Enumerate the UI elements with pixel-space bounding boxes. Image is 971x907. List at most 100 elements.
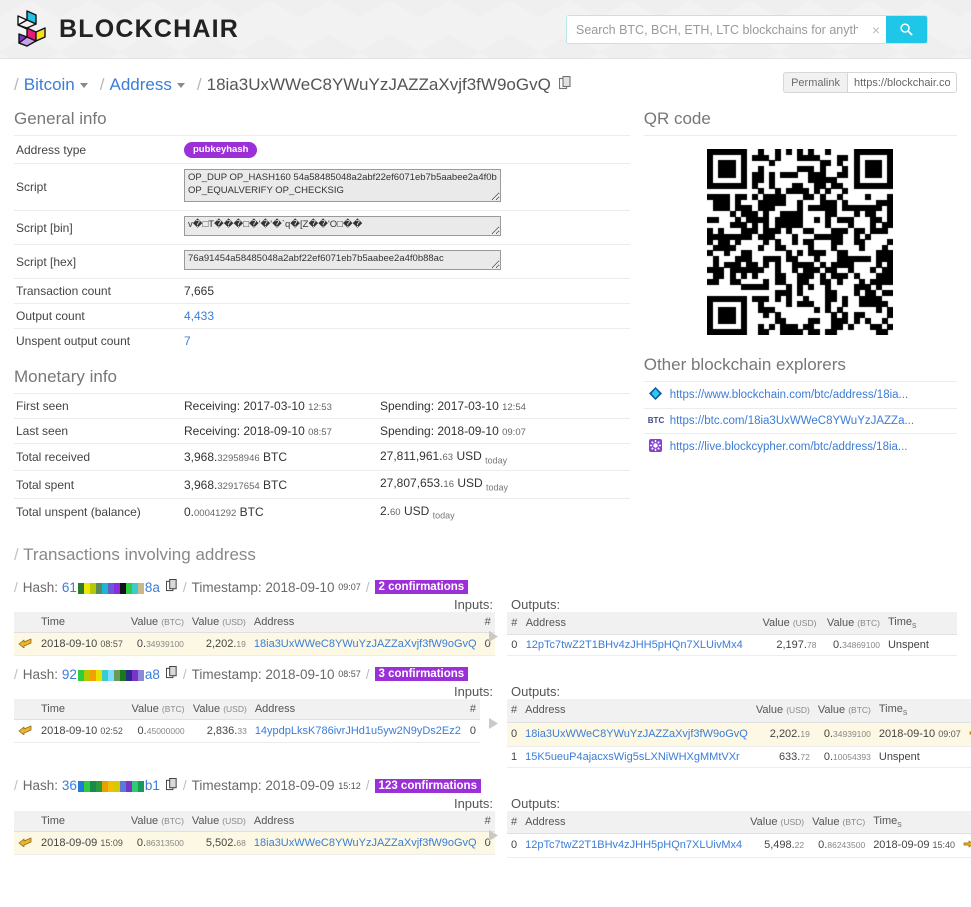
- permalink-label: Permalink: [783, 72, 847, 93]
- table-header-row: # Address Value (USD) Value (BTC) Times: [507, 699, 971, 723]
- row-label: Script [hex]: [14, 244, 182, 279]
- th-index[interactable]: #: [507, 810, 522, 834]
- explorer-link[interactable]: https://btc.com/18ia3UxWWeC8YWuYzJAZZa..…: [670, 415, 914, 427]
- io-tables: Time Value (BTC) Value (USD) Address # 2…: [0, 612, 971, 657]
- list-item[interactable]: https://www.blockchain.com/btc/address/1…: [643, 381, 957, 409]
- th-value-usd[interactable]: Value (USD): [187, 612, 250, 634]
- table-row: Total spent 3,968.32917654 BTC 27,807,65…: [14, 470, 630, 499]
- explorer-link[interactable]: https://live.blockcypher.com/btc/address…: [670, 441, 908, 453]
- script-bin-textarea[interactable]: v�□T���□�'�'�`q�[Z��'O□��: [184, 216, 501, 236]
- logo[interactable]: BLOCKCHAIR: [14, 9, 239, 49]
- chevron-down-icon[interactable]: [176, 82, 185, 88]
- copy-icon[interactable]: [165, 579, 178, 595]
- th-time[interactable]: Times: [883, 612, 935, 636]
- outputs-label: Outputs:: [511, 795, 561, 811]
- permalink-input[interactable]: [847, 72, 957, 93]
- left-column: General info Address type pubkeyhash Scr…: [14, 95, 630, 526]
- list-item[interactable]: https://live.blockcypher.com/btc/address…: [643, 433, 957, 460]
- output-time: Unspent: [874, 746, 965, 768]
- th-time[interactable]: Time: [37, 612, 127, 634]
- search-button[interactable]: [886, 16, 927, 43]
- th-value-usd[interactable]: Value (USD): [755, 612, 821, 636]
- search-bar[interactable]: ×: [566, 15, 928, 44]
- table-row[interactable]: 0 12pTc7twZ2T1BHv4zJHH5pHQn7XLUivMx4 5,4…: [507, 833, 971, 858]
- search-input[interactable]: [567, 16, 866, 43]
- th-index[interactable]: #: [465, 699, 480, 721]
- breadcrumb-kind-link[interactable]: Address: [110, 75, 172, 95]
- blockchair-logo-icon: [17, 10, 46, 47]
- table-header-row: Time Value (BTC) Value (USD) Address #: [14, 810, 495, 832]
- table-row[interactable]: 2018-09-10 08:57 0.34939100 2,202.19 18i…: [14, 632, 495, 657]
- th-time[interactable]: Times: [874, 699, 965, 723]
- input-value-btc: 0.34939100: [126, 632, 188, 657]
- unspent-output-count-link[interactable]: 7: [184, 334, 191, 348]
- output-address-link[interactable]: 18ia3UxWWeC8YWuYzJAZZaXvjf3fW9oGvQ: [525, 728, 748, 740]
- table-row[interactable]: 0 12pTc7twZ2T1BHv4zJHH5pHQn7XLUivMx4 2,1…: [507, 634, 957, 657]
- output-address-link[interactable]: 15K5ueuP4ajacxsWig5sLXNiWHXgMMtVXr: [525, 751, 740, 763]
- table-row[interactable]: 1 15K5ueuP4ajacxsWig5sLXNiWHXgMMtVXr 633…: [507, 746, 971, 768]
- output-time: 2018-09-10 09:07: [874, 722, 965, 747]
- th-address[interactable]: Address: [521, 699, 752, 723]
- explorer-link[interactable]: https://www.blockchain.com/btc/address/1…: [670, 389, 908, 401]
- script-textarea[interactable]: OP_DUP OP_HASH160 54a58485048a2abf22ef60…: [184, 169, 501, 202]
- output-count-link[interactable]: 4,433: [184, 309, 214, 323]
- transaction-hash-suffix: 8a: [144, 579, 160, 595]
- output-address-link[interactable]: 12pTc7twZ2T1BHv4zJHH5pHQn7XLUivMx4: [525, 839, 742, 851]
- balance-usd-when: today: [432, 510, 455, 521]
- th-index[interactable]: #: [507, 699, 522, 723]
- io-arrow: [480, 612, 507, 643]
- input-address-link[interactable]: 14ypdpLksK786ivrJHd1u5yw2N9yDs2Ez2: [255, 725, 461, 737]
- table-row: Total received 3,968.32958946 BTC 27,811…: [14, 442, 630, 471]
- hash-identicon: [77, 669, 144, 681]
- search-clear-icon[interactable]: ×: [866, 16, 886, 43]
- th-address[interactable]: Address: [249, 612, 481, 634]
- breadcrumb-kind[interactable]: / Address: [100, 75, 185, 95]
- svg-text:BTC: BTC: [648, 416, 664, 425]
- script-hex-textarea[interactable]: 76a91454a58485048a2abf22ef6071eb7b5aabee…: [184, 250, 501, 270]
- th-address[interactable]: Address: [521, 810, 747, 834]
- th-time[interactable]: Times: [869, 810, 960, 834]
- no-icon: [935, 634, 957, 657]
- th-time[interactable]: Time: [37, 810, 127, 832]
- breadcrumb-chain[interactable]: / Bitcoin: [14, 75, 88, 95]
- last-seen-receiving: Receiving: 2018-09-10: [184, 424, 305, 438]
- output-index: 0: [507, 833, 522, 858]
- copy-icon[interactable]: [558, 75, 572, 95]
- th-value-btc[interactable]: Value (BTC): [126, 612, 188, 634]
- copy-icon[interactable]: [165, 777, 178, 794]
- th-value-btc[interactable]: Value (BTC): [127, 699, 189, 721]
- th-time[interactable]: Time: [37, 699, 128, 721]
- output-address-link[interactable]: 12pTc7twZ2T1BHv4zJHH5pHQn7XLUivMx4: [526, 639, 743, 651]
- copy-icon[interactable]: [165, 666, 178, 682]
- list-item[interactable]: BTC https://btc.com/18ia3UxWWeC8YWuYzJAZ…: [643, 408, 957, 434]
- table-row[interactable]: 2018-09-09 15:09 0.86313500 5,502.68 18i…: [14, 831, 495, 855]
- input-address-link[interactable]: 18ia3UxWWeC8YWuYzJAZZaXvjf3fW9oGvQ: [254, 837, 477, 849]
- table-row[interactable]: 2018-09-10 02:52 0.45000000 2,836.33 14y…: [14, 719, 480, 744]
- io-arrow: [480, 699, 507, 730]
- th-value-btc[interactable]: Value (BTC): [813, 699, 875, 723]
- permalink-control[interactable]: Permalink: [783, 72, 957, 93]
- io-tables: Time Value (BTC) Value (USD) Address # 2…: [0, 699, 971, 768]
- th-value-usd[interactable]: Value (USD): [187, 810, 250, 832]
- table-header-row: Time Value (BTC) Value (USD) Address #: [14, 612, 495, 634]
- table-row: Script [bin] v�□T���□�'�'�`q�[Z��'O□��: [14, 210, 630, 245]
- breadcrumb-chain-link[interactable]: Bitcoin: [24, 75, 75, 95]
- th-index[interactable]: #: [507, 612, 522, 636]
- th-value-usd[interactable]: Value (USD): [746, 810, 809, 834]
- table-row[interactable]: 0 18ia3UxWWeC8YWuYzJAZZaXvjf3fW9oGvQ 2,2…: [507, 722, 971, 747]
- total-spent-btc-dec: 32917654: [217, 480, 260, 492]
- th-value-btc[interactable]: Value (BTC): [808, 810, 870, 834]
- total-received-btc-int: 3,968.: [184, 450, 218, 465]
- th-address[interactable]: Address: [250, 699, 466, 721]
- row-label: Total unspent (balance): [14, 497, 182, 526]
- transaction-block: / Hash: 36 b1 / Timestamp: 2018-09-09 15…: [0, 777, 971, 858]
- input-address-link[interactable]: 18ia3UxWWeC8YWuYzJAZZaXvjf3fW9oGvQ: [254, 638, 477, 650]
- th-address[interactable]: Address: [249, 810, 481, 832]
- th-value-usd[interactable]: Value (USD): [188, 699, 251, 721]
- th-value-btc[interactable]: Value (BTC): [820, 612, 884, 636]
- th-value-btc[interactable]: Value (BTC): [126, 810, 188, 832]
- output-index: 0: [507, 722, 522, 747]
- th-value-usd[interactable]: Value (USD): [751, 699, 814, 723]
- th-address[interactable]: Address: [521, 612, 756, 636]
- chevron-down-icon[interactable]: [79, 82, 88, 88]
